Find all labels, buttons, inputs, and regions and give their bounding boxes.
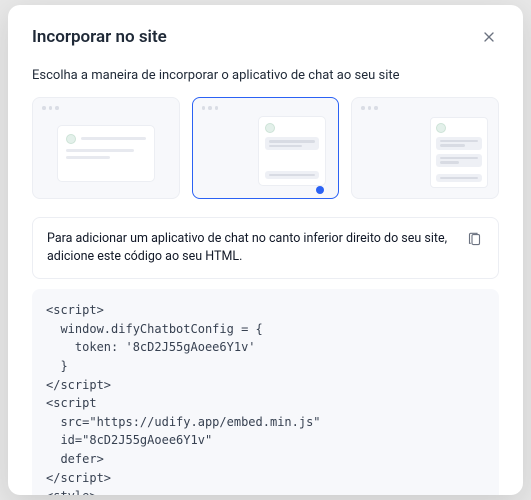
code-snippet[interactable]: <script> window.difyChatbotConfig = { to… (32, 289, 499, 495)
modal-title: Incorporar no site (32, 27, 167, 47)
browser-dots (199, 104, 333, 115)
copy-button[interactable] (465, 230, 484, 252)
embed-option-fullpage[interactable] (32, 97, 180, 199)
avatar-icon (436, 123, 446, 133)
close-icon (481, 29, 497, 45)
instruction-text: Para adicionar um aplicativo de chat no … (47, 230, 455, 266)
embed-option-bubble[interactable] (192, 97, 340, 199)
embed-options (32, 97, 499, 199)
instruction-box: Para adicionar um aplicativo de chat no … (32, 217, 499, 279)
bubble-widget-preview (258, 116, 326, 186)
close-button[interactable] (479, 27, 499, 50)
embed-option-sidepanel[interactable] (351, 97, 499, 199)
fullpage-preview (57, 125, 155, 183)
embed-modal: Incorporar no site Escolha a maneira de … (8, 5, 523, 495)
avatar-icon (66, 134, 76, 144)
modal-subtitle: Escolha a maneira de incorporar o aplica… (32, 68, 499, 83)
browser-dots (39, 104, 173, 115)
sidepanel-preview (430, 117, 488, 189)
modal-header: Incorporar no site (32, 27, 499, 50)
browser-dots (358, 104, 492, 115)
chat-bubble-icon (316, 186, 324, 194)
avatar-icon (265, 123, 275, 133)
clipboard-icon (467, 232, 482, 247)
